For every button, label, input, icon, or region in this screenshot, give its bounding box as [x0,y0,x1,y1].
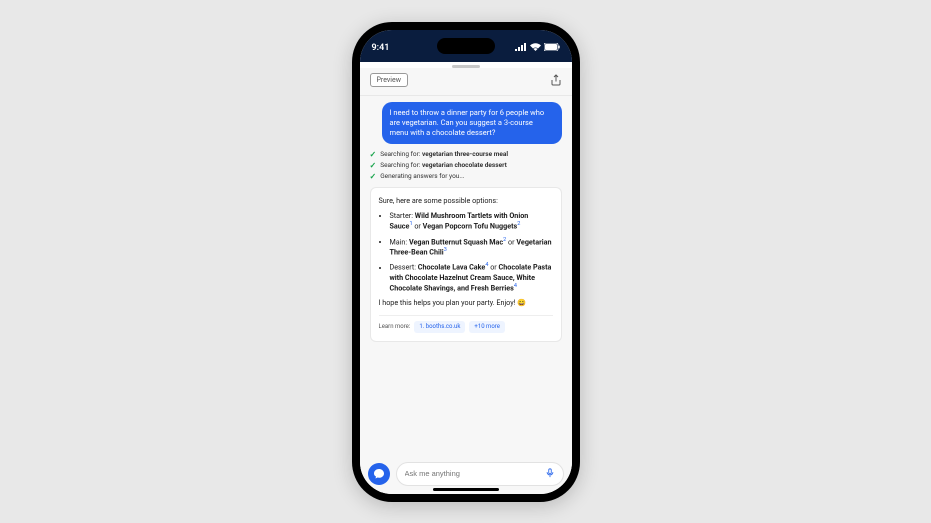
answer-list: Starter: Wild Mushroom Tartlets with Oni… [379,211,553,294]
chat-input[interactable] [405,469,540,478]
battery-icon [544,43,560,54]
status-line: ✓ Searching for: vegetarian chocolate de… [370,161,562,170]
chat-input-pill[interactable] [396,462,564,486]
preview-badge: Preview [370,73,408,87]
share-icon[interactable] [550,71,562,90]
wifi-icon [530,43,541,54]
phone-screen: 9:41 Preview I need to throw a dinne [360,30,572,494]
signal-icon [515,43,527,54]
answer-outro: I hope this helps you plan your party. E… [379,298,553,308]
search-status-block: ✓ Searching for: vegetarian three-course… [370,150,562,181]
clock: 9:41 [372,43,390,53]
list-item: Dessert: Chocolate Lava Cake4 or Chocola… [390,262,553,293]
assistant-answer-card: Sure, here are some possible options: St… [370,187,562,342]
check-icon: ✓ [370,161,377,170]
status-line: ✓ Generating answers for you... [370,172,562,181]
answer-intro: Sure, here are some possible options: [379,196,553,206]
chat-area[interactable]: I need to throw a dinner party for 6 peo… [360,96,572,456]
learn-more-link[interactable]: 1. booths.co.uk [414,321,465,333]
phone-frame: 9:41 Preview I need to throw a dinne [352,22,580,502]
check-icon: ✓ [370,172,377,181]
status-line: ✓ Searching for: vegetarian three-course… [370,150,562,159]
citation-link[interactable]: 4 [485,262,488,268]
citation-link[interactable]: 4 [514,283,517,289]
learn-more-more[interactable]: +10 more [469,321,504,333]
citation-link[interactable]: 1 [409,221,412,227]
new-topic-button[interactable] [368,463,390,485]
user-message-bubble: I need to throw a dinner party for 6 peo… [382,102,562,144]
mic-icon[interactable] [545,464,555,483]
learn-more-row: Learn more: 1. booths.co.uk +10 more [379,315,553,333]
header-bar: Preview [360,68,572,96]
home-indicator[interactable] [433,488,499,491]
citation-link[interactable]: 3 [444,247,447,253]
check-icon: ✓ [370,150,377,159]
citation-link[interactable]: 2 [517,221,520,227]
learn-more-label: Learn more: [379,323,411,331]
citation-link[interactable]: 2 [503,237,506,243]
list-item: Starter: Wild Mushroom Tartlets with Oni… [390,211,553,232]
dynamic-island [437,38,495,54]
list-item: Main: Vegan Butternut Squash Mac2 or Veg… [390,237,553,258]
